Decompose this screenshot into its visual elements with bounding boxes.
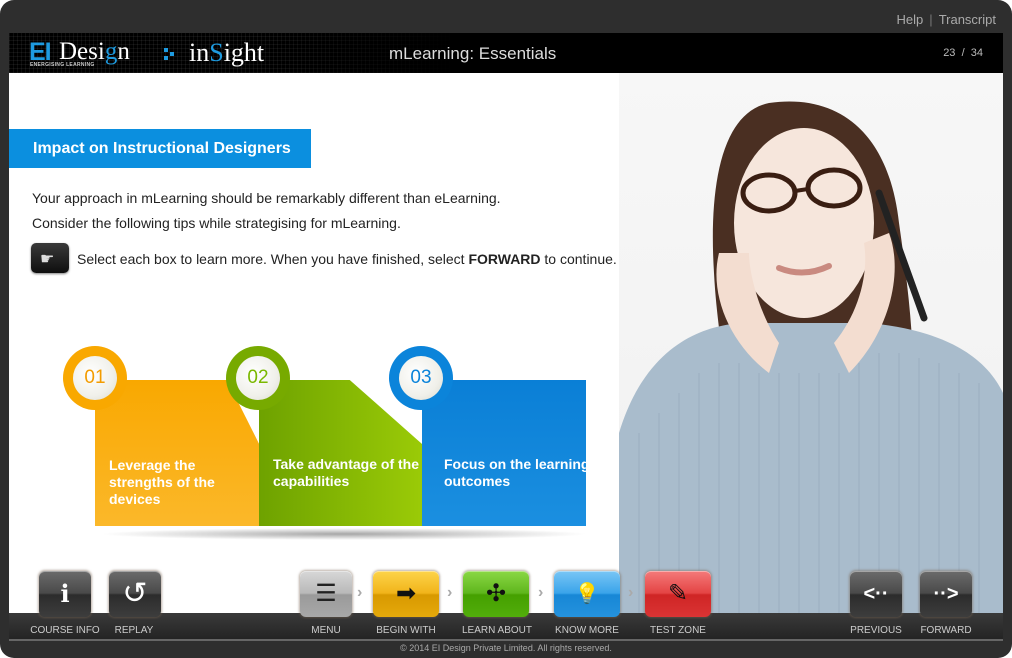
instruction-pre: Select each box to learn more. When you … <box>77 251 469 267</box>
begin-with-label: BEGIN WITH <box>376 625 436 636</box>
learn-about-button[interactable]: ✣ <box>463 571 529 617</box>
logo-design-text: Desi <box>59 38 105 65</box>
insight-a: in <box>189 38 210 67</box>
logo-dots-icon <box>164 46 176 62</box>
eraser-icon: ✎ <box>667 580 689 607</box>
compress-icon: ✣ <box>485 580 507 607</box>
menu-button[interactable]: ☰ <box>300 571 352 617</box>
tip-card-2-text: Take advantage of the capabilities <box>273 456 420 489</box>
course-player-frame: Help | Transcript EI Design ENERGISING LEA… <box>0 0 1012 658</box>
chevron-right-icon: › <box>447 584 453 601</box>
replay-icon: ↺ <box>122 577 148 610</box>
logo-tagline: ENERGISING LEARNING <box>30 62 95 68</box>
tip-card-2-number: 02 <box>236 356 280 400</box>
woman-thinking-photo <box>619 73 1003 613</box>
page-separator: / <box>961 47 965 59</box>
slide-title: Impact on Instructional Designers <box>9 129 311 168</box>
info-icon: i <box>60 579 70 608</box>
test-zone-label: TEST ZONE <box>650 625 706 636</box>
forward-icon: ··> <box>933 583 959 605</box>
instruction-post: to continue. <box>540 251 617 267</box>
tip-card-1-number-badge[interactable]: 01 <box>63 346 127 410</box>
list-icon: ☰ <box>315 580 337 607</box>
previous-icon: <·· <box>863 583 889 605</box>
slide-content: Impact on Instructional Designers Your a… <box>9 73 1003 613</box>
tip-card-2-number-badge[interactable]: 02 <box>226 346 290 410</box>
help-link[interactable]: Help <box>897 12 924 27</box>
arrow-right-icon: ➡ <box>395 580 417 607</box>
course-title: mLearning: Essentials <box>389 44 557 63</box>
link-separator: | <box>929 12 933 27</box>
menu-label: MENU <box>311 625 341 636</box>
tip-card-3[interactable]: Focus on the learning outcomes <box>422 380 589 526</box>
intro-paragraph-2: Consider the following tips while strate… <box>32 215 401 231</box>
transcript-link[interactable]: Transcript <box>939 12 996 27</box>
top-links: Help | Transcript <box>897 12 996 27</box>
tip-card-1-text: Leverage the strengths of the devices <box>109 457 215 507</box>
tip-card-3-number-badge[interactable]: 03 <box>389 346 453 410</box>
tip-card-1-number: 01 <box>73 356 117 400</box>
know-more-label: KNOW MORE <box>555 625 619 636</box>
chevron-right-icon: › <box>538 584 544 601</box>
nav-divider <box>9 639 1003 641</box>
lightbulb-icon: 💡 <box>574 583 600 605</box>
insight-s: S <box>209 38 224 67</box>
test-zone-button[interactable]: ✎ <box>645 571 711 617</box>
forward-button[interactable]: ··> <box>920 571 972 617</box>
replay-label: REPLAY <box>114 625 154 636</box>
hand-pointer-icon: ☛ <box>31 243 69 273</box>
tip-card-1[interactable]: Leverage the strengths of the devices <box>95 380 260 526</box>
insight-logo: inSight <box>189 38 264 68</box>
logo-design-end: n <box>117 38 130 65</box>
cards-shadow <box>99 528 589 540</box>
logo-design-g: g <box>104 38 118 65</box>
forward-label: FORWARD <box>920 625 972 636</box>
page-current: 23 <box>943 47 956 59</box>
copyright-footer: © 2014 EI Design Private Limited. All ri… <box>400 643 612 653</box>
instruction-text: Select each box to learn more. When you … <box>77 251 617 267</box>
chevron-right-icon: › <box>628 584 634 601</box>
chevron-right-icon: › <box>357 584 363 601</box>
tip-cards: Leverage the strengths of the devices Ta… <box>59 346 599 546</box>
intro-paragraph-1: Your approach in mLearning should be rem… <box>32 190 501 206</box>
page-total: 34 <box>970 47 983 59</box>
header-bar: EI Design ENERGISING LEARNING inSight mL… <box>9 33 1003 73</box>
woman-illustration <box>619 101 1003 613</box>
know-more-button[interactable]: 💡 <box>554 571 620 617</box>
replay-button[interactable]: ↺ <box>109 571 161 617</box>
begin-with-button[interactable]: ➡ <box>373 571 439 617</box>
learn-about-label: LEARN ABOUT <box>461 625 533 636</box>
page-counter: 23 / 34 <box>943 47 983 59</box>
tip-card-3-number: 03 <box>399 356 443 400</box>
previous-button[interactable]: <·· <box>850 571 902 617</box>
tip-card-3-text: Focus on the learning outcomes <box>444 456 590 489</box>
course-info-button[interactable]: i <box>39 571 91 617</box>
instruction-forward: FORWARD <box>468 251 541 267</box>
insight-b: ight <box>223 38 265 67</box>
